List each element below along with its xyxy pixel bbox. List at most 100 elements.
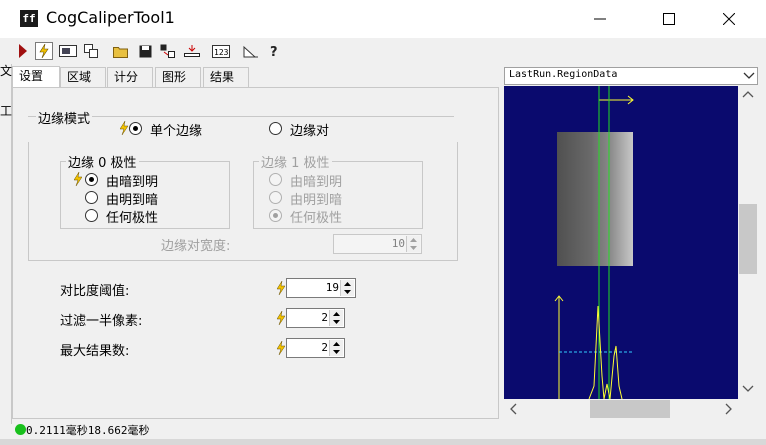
spin-arrows-icon[interactable] (329, 340, 343, 356)
status-led-icon (15, 424, 26, 435)
window-title: CogCaliperTool1 (46, 8, 175, 27)
chevron-down-icon[interactable] (743, 71, 755, 81)
filter-half-pixels-stepper[interactable]: 2 (286, 308, 345, 328)
contrast-threshold-value: 19 (325, 281, 339, 294)
run-button[interactable] (14, 42, 32, 60)
spin-arrows-icon[interactable] (406, 236, 420, 252)
minimize-icon (594, 18, 606, 20)
filter-half-pixels-label: 过滤一半像素: (60, 314, 143, 329)
open-icon (113, 46, 128, 58)
title-bar: ff CogCaliperTool1 (0, 0, 766, 38)
edge0-any-polarity-radio[interactable] (85, 209, 98, 222)
image-selector-value: LastRun.RegionData (509, 69, 618, 80)
export-icon (184, 45, 200, 57)
status-text: 0.2111毫秒18.662毫秒 (26, 424, 150, 437)
image-selector[interactable]: LastRun.RegionData (504, 67, 758, 85)
app-icon: ff (20, 10, 38, 27)
edge1-any-polarity-label[interactable]: 任何极性 (290, 207, 342, 226)
max-results-value: 2 (321, 341, 328, 354)
save-button[interactable] (136, 42, 154, 60)
edge1-dark-to-light-label[interactable]: 由暗到明 (290, 171, 342, 190)
spin-arrows-icon[interactable] (340, 280, 354, 296)
display-icon (59, 45, 77, 57)
edge-mode-single-label[interactable]: 单个边缘 (150, 120, 202, 139)
pair-width-stepper[interactable]: 10 (333, 234, 422, 254)
open-button[interactable] (112, 42, 130, 60)
electric-icon (277, 281, 285, 295)
vertical-scroll-thumb[interactable] (739, 204, 757, 274)
edge0-dark-to-light-label[interactable]: 由暗到明 (106, 171, 158, 190)
copy-icon (84, 44, 98, 58)
edge1-light-to-dark-radio[interactable] (269, 191, 282, 204)
edge0-any-polarity-label[interactable]: 任何极性 (106, 207, 158, 226)
scroll-left-icon[interactable] (509, 403, 517, 415)
electric-icon (74, 172, 82, 186)
image-display[interactable] (504, 86, 738, 399)
filter-half-pixels-value: 2 (321, 311, 328, 324)
svg-text:123: 123 (214, 48, 229, 57)
background-window-strip: 文 工 (0, 64, 12, 424)
electric-icon (39, 44, 49, 58)
bottom-edge (0, 439, 766, 445)
caliper-graphics (554, 86, 634, 399)
scroll-down-icon[interactable] (742, 385, 754, 393)
edge0-light-to-dark-label[interactable]: 由明到暗 (106, 189, 158, 208)
edge1-polarity-title: 边缘 1 极性 (259, 152, 332, 171)
edge0-polarity-title: 边缘 0 极性 (66, 152, 139, 171)
close-button[interactable] (706, 0, 752, 38)
edge-mode-pair-radio[interactable] (269, 122, 282, 135)
counter-icon: 123 (212, 44, 230, 58)
edge1-any-polarity-radio[interactable] (269, 209, 282, 222)
scroll-up-icon[interactable] (742, 90, 754, 98)
close-icon (723, 13, 735, 25)
electric-icon (120, 121, 128, 135)
max-results-stepper[interactable]: 2 (286, 338, 345, 358)
scale-button[interactable] (242, 42, 260, 60)
tab-region[interactable]: 区域 (60, 67, 106, 87)
scale-icon (243, 45, 258, 58)
edge-mode-pair-label[interactable]: 边缘对 (290, 120, 329, 139)
max-results-label: 最大结果数: (60, 344, 130, 359)
electric-button[interactable] (35, 42, 53, 60)
scroll-corner (738, 399, 758, 419)
display-button[interactable] (59, 42, 77, 60)
export-button[interactable] (183, 42, 201, 60)
edge1-dark-to-light-radio[interactable] (269, 173, 282, 186)
contrast-threshold-stepper[interactable]: 19 (286, 278, 356, 298)
minimize-button[interactable] (577, 0, 623, 38)
run-icon (19, 44, 27, 58)
edge-mode-single-radio[interactable] (129, 122, 142, 135)
save-icon (139, 45, 151, 57)
scroll-right-icon[interactable] (725, 403, 733, 415)
pair-width-label: 边缘对宽度: (161, 239, 231, 254)
tab-results[interactable]: 结果 (203, 67, 249, 87)
horizontal-scrollbar[interactable] (504, 399, 738, 419)
edge0-light-to-dark-radio[interactable] (85, 191, 98, 204)
maximize-icon (663, 13, 675, 25)
pair-width-value: 10 (391, 237, 405, 250)
edge-mode-title: 边缘模式 (36, 108, 93, 127)
strip-label-1: 文 (0, 64, 13, 78)
region-image (557, 132, 633, 266)
spin-arrows-icon[interactable] (329, 310, 343, 326)
tab-settings[interactable]: 设置 (12, 66, 60, 88)
tab-graphics[interactable]: 图形 (155, 67, 201, 87)
tab-scoring[interactable]: 计分 (107, 67, 153, 87)
help-icon: ? (270, 45, 278, 58)
counter-button[interactable]: 123 (212, 42, 230, 60)
edge1-light-to-dark-label[interactable]: 由明到暗 (290, 189, 342, 208)
settings-panel: 边缘模式 单个边缘 边缘对 边缘 0 极性 由暗到明 由明到暗 任何极性 边缘 … (12, 87, 499, 419)
import-button[interactable] (159, 42, 177, 60)
status-bar: 0.2111毫秒18.662毫秒 (12, 421, 497, 439)
help-button[interactable]: ? (266, 42, 284, 60)
electric-icon (277, 311, 285, 325)
horizontal-scroll-thumb[interactable] (590, 400, 670, 418)
edge0-dark-to-light-radio[interactable] (85, 173, 98, 186)
maximize-button[interactable] (646, 0, 692, 38)
copy-button[interactable] (82, 42, 100, 60)
import-icon (160, 44, 175, 58)
strip-label-2: 工 (0, 104, 13, 118)
contrast-threshold-label: 对比度阈值: (60, 284, 130, 299)
electric-icon (277, 341, 285, 355)
vertical-scrollbar[interactable] (738, 86, 758, 399)
